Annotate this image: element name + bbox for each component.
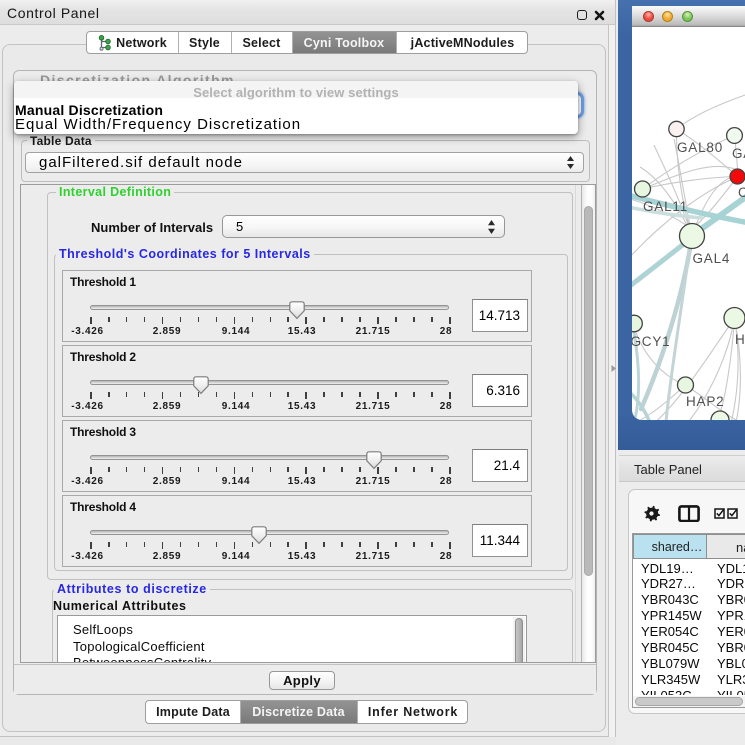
svg-text:GA: GA [732, 146, 745, 161]
svg-text:C: C [738, 185, 745, 200]
svg-text:GCY1: GCY1 [632, 334, 670, 349]
svg-text:HAP2: HAP2 [686, 394, 724, 409]
svg-text:H: H [735, 332, 745, 347]
svg-text:GAL11: GAL11 [643, 199, 688, 214]
svg-text:GAL4: GAL4 [693, 251, 731, 266]
svg-text:GAL80: GAL80 [677, 140, 723, 155]
